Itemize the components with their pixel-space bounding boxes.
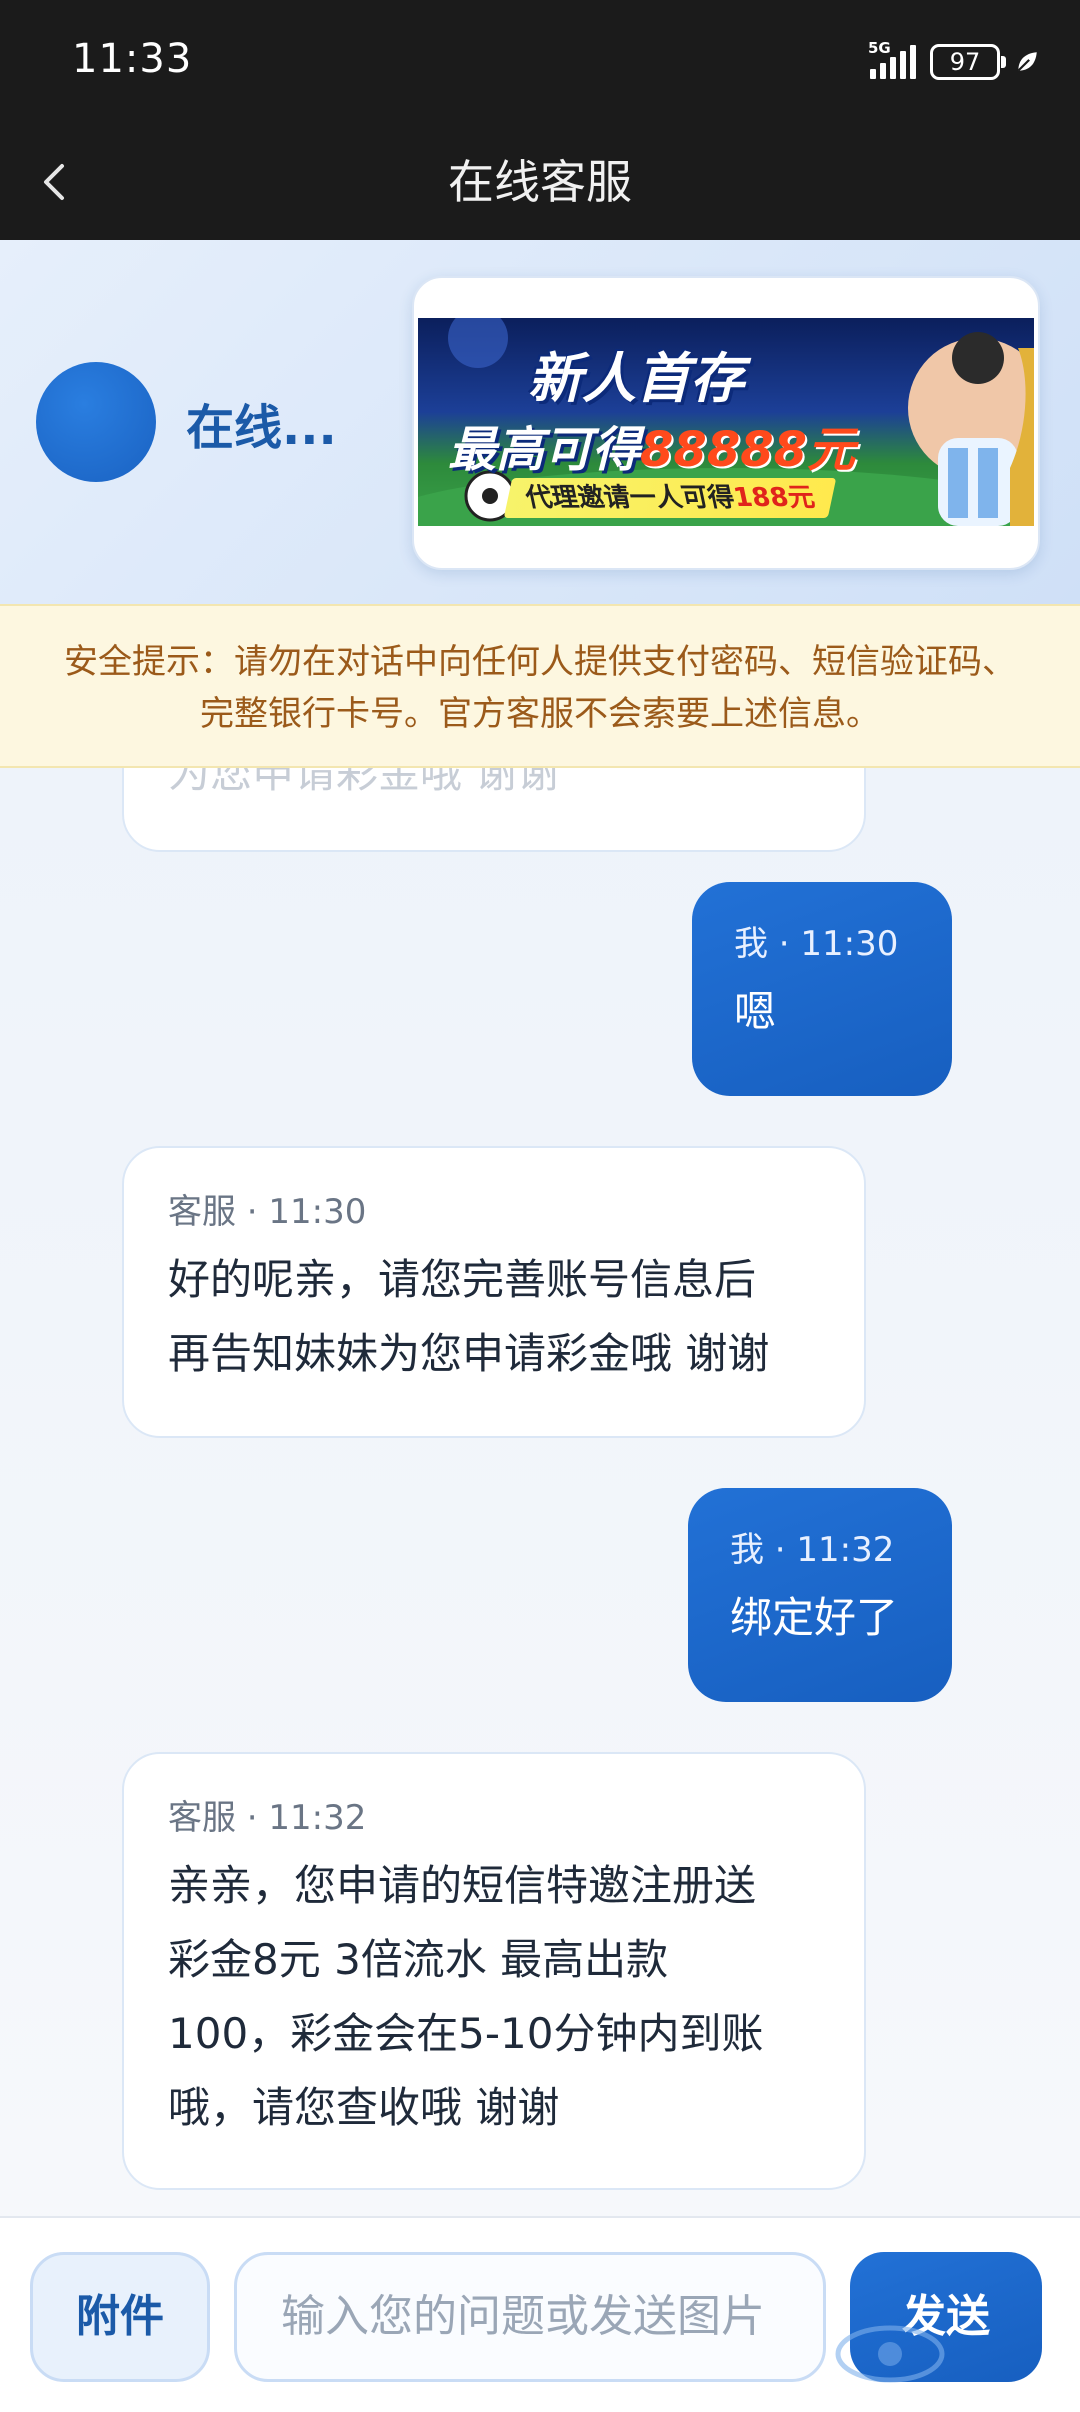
- attach-button[interactable]: 附件: [30, 2252, 210, 2382]
- chat-message-agent: 客服 · 11:32 亲亲，您申请的短信特邀注册送 彩金8元 3倍流水 最高出款…: [122, 1752, 866, 2190]
- cellular-signal-icon: 5G: [868, 39, 916, 79]
- message-text: 嗯: [734, 987, 777, 1036]
- chat-message-agent: 为您申请彩金哦 谢谢: [122, 768, 866, 852]
- message-meta: 我 · 11:32: [730, 1530, 895, 1570]
- battery-icon: 97: [930, 44, 1006, 80]
- nav-header: 在线客服: [0, 124, 1080, 240]
- message-text: 亲亲，您申请的短信特邀注册送 彩金8元 3倍流水 最高出款 100，彩金会在5-…: [168, 1849, 864, 2145]
- message-meta: 我 · 11:30: [734, 924, 899, 964]
- message-line: 彩金8元 3倍流水 最高出款: [168, 1935, 669, 1984]
- message-line: 好的呢亲，请您完善账号信息后: [168, 1255, 757, 1304]
- message-text: 为您申请彩金哦 谢谢: [168, 768, 560, 797]
- chat-message-me: 我 · 11:32 绑定好了: [688, 1488, 952, 1702]
- banner-strip-amount: 188元: [730, 483, 818, 513]
- status-icons: 5G 97: [868, 39, 1040, 84]
- status-bar: 11:33 5G 97: [0, 0, 1080, 124]
- message-meta: 客服 · 11:30: [168, 1192, 367, 1232]
- message-meta: 客服 · 11:32: [168, 1798, 367, 1838]
- page-title: 在线客服: [448, 155, 632, 209]
- message-line: 亲亲，您申请的短信特邀注册送: [168, 1861, 757, 1910]
- chat-message-me: 我 · 11:30 嗯: [692, 882, 952, 1096]
- message-line: 哦，请您查收哦 谢谢: [168, 2083, 560, 2132]
- message-line: 100，彩金会在5-10分钟内到账: [168, 2009, 764, 2058]
- message-input[interactable]: 输入您的问题或发送图片: [234, 2252, 826, 2382]
- leaf-icon: [1017, 52, 1037, 72]
- safety-notice: 安全提示：请勿在对话中向任何人提供支付密码、短信验证码、完整银行卡号。官方客服不…: [0, 604, 1080, 768]
- promo-banner-card[interactable]: 新人首存 最高可得88888元 代理邀请一人可得188元: [412, 276, 1040, 570]
- agent-avatar: [36, 362, 156, 482]
- chat-area[interactable]: 为您申请彩金哦 谢谢 我 · 11:30 嗯 客服 · 11:30 好的呢亲，请…: [0, 768, 1080, 2216]
- status-time: 11:33: [72, 36, 193, 82]
- battery-level: 97: [949, 48, 981, 76]
- watermark-logo: [835, 2325, 945, 2383]
- message-line: 再告知妹妹为您申请彩金哦 谢谢: [168, 1329, 770, 1378]
- promo-banner-image[interactable]: 新人首存 最高可得88888元 代理邀请一人可得188元: [418, 318, 1034, 526]
- banner-subtitle: 最高可得88888元: [448, 410, 855, 480]
- message-text: 绑定好了: [730, 1593, 899, 1642]
- banner-title: 新人首存: [528, 347, 744, 410]
- network-type-label: 5G: [868, 39, 891, 57]
- banner-subtitle-prefix: 最高可得: [448, 422, 641, 478]
- agent-header-panel: 在线... 新人首存 最高可得88888元 代理邀请一人可得188元: [0, 240, 1080, 604]
- banner-strip-text: 代理邀请一人可得: [522, 483, 738, 513]
- banner-strip: 代理邀请一人可得188元: [503, 478, 837, 518]
- chat-message-agent: 客服 · 11:30 好的呢亲，请您完善账号信息后 再告知妹妹为您申请彩金哦 谢…: [122, 1146, 866, 1438]
- agent-name: 在线...: [186, 400, 337, 456]
- message-text: 好的呢亲，请您完善账号信息后 再告知妹妹为您申请彩金哦 谢谢: [168, 1243, 864, 1391]
- banner-amount: 88888元: [640, 422, 856, 478]
